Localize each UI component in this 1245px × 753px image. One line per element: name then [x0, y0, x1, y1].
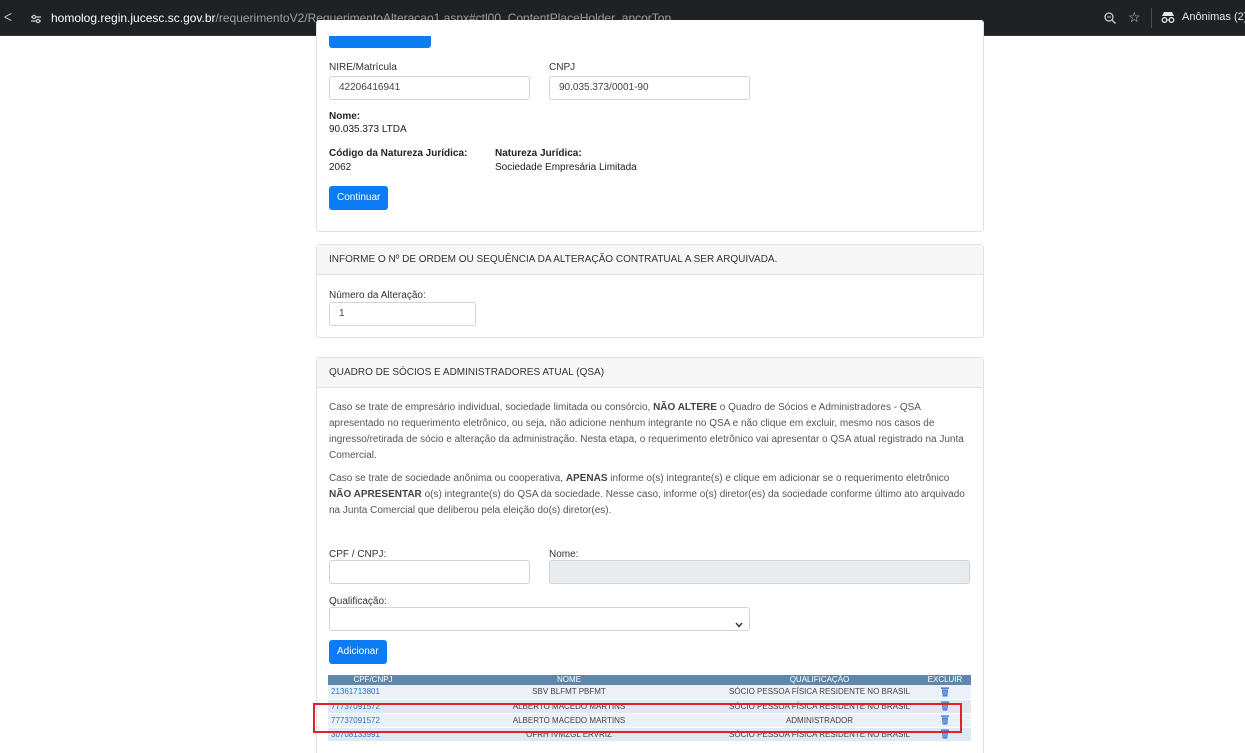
nome-value: 90.035.373 LTDA [329, 124, 407, 135]
qualificacao-select[interactable] [329, 607, 750, 631]
table-header-row: CPF/CNPJ NOME QUALIFICAÇÃO EXCLUIR [328, 675, 971, 685]
qualificacao-cell: SÓCIO PESSOA FÍSICA RESIDENTE NO BRASIL [720, 685, 919, 700]
zoom-icon[interactable] [1103, 11, 1117, 25]
codigo-natureza-label: Código da Natureza Jurídica: [329, 148, 468, 159]
codigo-natureza-value: 2062 [329, 162, 352, 173]
excluir-cell [919, 685, 971, 700]
nome-label: Nome: [329, 111, 361, 122]
trash-icon[interactable] [941, 687, 949, 697]
nome-cell: SBV BLFMT PBFMT [418, 685, 720, 700]
cpf-cnpj-label: CPF / CNPJ: [329, 549, 387, 560]
numero-alteracao-label: Número da Alteração: [329, 290, 426, 301]
site-info-icon[interactable] [30, 14, 42, 24]
cpf-link[interactable]: 21361713801 [328, 685, 418, 700]
cpf-cnpj-input[interactable] [329, 560, 530, 584]
nome-qsa-label: Nome: [549, 549, 579, 560]
table-row: 21361713801 SBV BLFMT PBFMT SÓCIO PESSOA… [328, 685, 971, 700]
natureza-juridica-value: Sociedade Empresária Limitada [495, 162, 637, 173]
continuar-button[interactable]: Continuar [329, 186, 389, 210]
alteracao-card: INFORME O Nº DE ORDEM OU SEQUÊNCIA DA AL… [316, 244, 984, 338]
numero-alteracao-input[interactable]: 1 [329, 302, 476, 326]
url-domain: homolog.regin.jucesc.sc.gov.br [51, 11, 216, 25]
qsa-instruction-1: Caso se trate de empresário individual, … [329, 402, 964, 461]
adicionar-button[interactable]: Adicionar [329, 640, 387, 664]
chevron-down-icon [735, 615, 743, 637]
qsa-instruction-2: Caso se trate de sociedade anônima ou co… [329, 473, 965, 516]
nome-qsa-input [549, 560, 970, 584]
star-icon[interactable]: ☆ [1128, 9, 1141, 26]
toolbar-divider [1151, 8, 1152, 28]
qsa-header: QUADRO DE SÓCIOS E ADMINISTRADORES ATUAL… [317, 358, 983, 388]
back-icon[interactable]: ᐸ [4, 11, 14, 24]
nire-input[interactable]: 42206416941 [329, 76, 530, 100]
natureza-juridica-label: Natureza Jurídica: [495, 148, 582, 159]
nire-label: NIRE/Matrícula [329, 62, 397, 73]
col-cpf-header: CPF/CNPJ [328, 675, 418, 685]
cnpj-input[interactable]: 90.035.373/0001-90 [549, 76, 750, 100]
qualificacao-label: Qualificação: [329, 596, 387, 607]
col-nome-header: NOME [418, 675, 720, 685]
partial-top-button[interactable] [329, 36, 431, 48]
col-qualificacao-header: QUALIFICAÇÃO [720, 675, 919, 685]
incognito-label[interactable]: Anônimas (2) [1182, 11, 1245, 23]
col-excluir-header: EXCLUIR [919, 675, 971, 685]
incognito-icon[interactable] [1160, 10, 1176, 24]
alteracao-header: INFORME O Nº DE ORDEM OU SEQUÊNCIA DA AL… [317, 245, 983, 275]
highlight-box [313, 703, 962, 733]
company-card: NIRE/Matrícula 42206416941 CNPJ 90.035.3… [316, 20, 984, 232]
cnpj-label: CNPJ [549, 62, 576, 73]
